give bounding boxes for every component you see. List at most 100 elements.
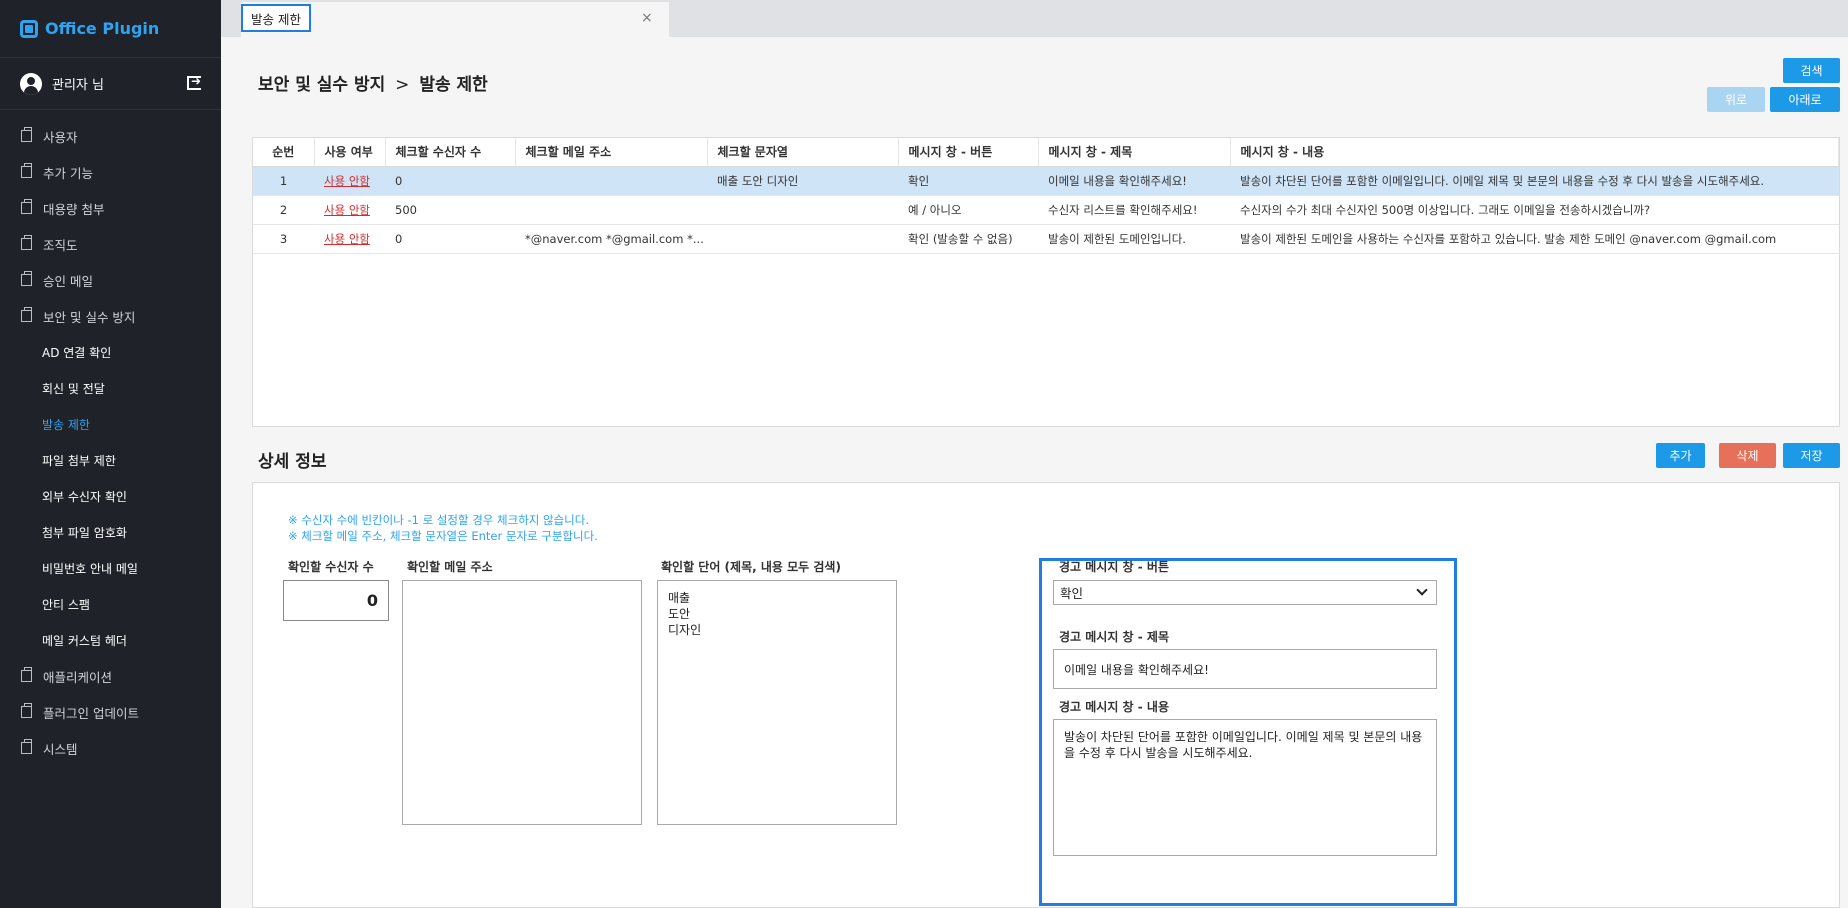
sidebar-item-label: 안티 스팸: [42, 597, 90, 612]
sidebar-item-label: 회신 및 전달: [42, 381, 105, 396]
document-icon: [21, 667, 32, 682]
table-cell: 발송이 차단된 단어를 포함한 이메일입니다. 이메일 제목 및 본문의 내용을…: [1230, 166, 1839, 196]
words-label: 확인할 단어 (제목, 내용 모두 검색): [661, 560, 841, 574]
sidebar-item[interactable]: 조직도: [0, 226, 221, 262]
sidebar-item[interactable]: 비밀번호 안내 메일: [0, 550, 221, 586]
sidebar-item[interactable]: 승인 메일: [0, 262, 221, 298]
emails-label: 확인할 메일 주소: [407, 560, 493, 574]
sidebar-item[interactable]: 애플리케이션: [0, 658, 221, 694]
table-cell: 발송이 제한된 도메인을 사용하는 수신자를 포함하고 있습니다. 발송 제한 …: [1230, 224, 1839, 254]
add-button[interactable]: 추가: [1656, 443, 1705, 468]
column-header[interactable]: 체크할 수신자 수: [385, 138, 516, 167]
user-name: 관리자 님: [52, 78, 104, 93]
document-icon: [21, 307, 32, 322]
sidebar-item[interactable]: AD 연결 확인: [0, 334, 221, 370]
tab-close-icon[interactable]: ×: [641, 10, 653, 26]
brand[interactable]: Office Plugin: [0, 0, 221, 58]
sidebar-item[interactable]: 보안 및 실수 방지: [0, 298, 221, 334]
table-row[interactable]: 2 사용 안함 500 예 / 아니오 수신자 리스트를 확인해주세요! 수신자의 수가 …: [253, 195, 1839, 225]
table-row[interactable]: 3 사용 안함 0 *@naver.com *@gmail.com *... 확인 (발…: [253, 224, 1839, 254]
search-button[interactable]: 검색: [1783, 58, 1840, 83]
sidebar-item[interactable]: 안티 스팸: [0, 586, 221, 622]
table-cell: 500: [385, 195, 515, 225]
usage-toggle-link[interactable]: 사용 안함: [324, 203, 370, 217]
column-header[interactable]: 메시지 창 - 제목: [1038, 138, 1231, 167]
column-header[interactable]: 메시지 창 - 내용: [1230, 138, 1839, 167]
sidebar-item-label: 외부 수신자 확인: [42, 489, 127, 504]
button-label: 경고 메시지 창 - 버튼: [1059, 560, 1170, 574]
table-cell: 사용 안함: [314, 224, 385, 254]
sidebar-item-label: 첨부 파일 암호화: [42, 525, 127, 540]
sidebar-item-label: 조직도: [43, 237, 78, 253]
document-icon: [21, 703, 32, 718]
sidebar-item[interactable]: 플러그인 업데이트: [0, 694, 221, 730]
sidebar-item[interactable]: 추가 기능: [0, 154, 221, 190]
table-cell: 수신자의 수가 최대 수신자인 500명 이상입니다. 그래도 이메일을 전송하…: [1230, 195, 1839, 225]
usage-toggle-link[interactable]: 사용 안함: [324, 232, 370, 246]
subject-label: 경고 메시지 창 - 제목: [1059, 630, 1170, 644]
table-cell: 확인: [898, 166, 1038, 196]
sidebar-menu: 사용자추가 기능 대용량 첨부조직도승인 메일보안 및 실수 방지 AD 연결 확인…: [0, 110, 221, 766]
breadcrumb-parent[interactable]: 보안 및 실수 방지: [258, 75, 385, 95]
emails-textarea[interactable]: [402, 580, 642, 825]
button-select-value: 확인: [1060, 586, 1084, 601]
sidebar-item-label: 플러그인 업데이트: [43, 705, 139, 721]
column-header[interactable]: 사용 여부: [314, 138, 386, 167]
content-textarea[interactable]: 발송이 차단된 단어를 포함한 이메일입니다. 이메일 제목 및 본문의 내용을…: [1053, 719, 1437, 856]
table-cell: [515, 166, 707, 196]
table-cell: 예 / 아니오: [898, 195, 1038, 225]
column-header[interactable]: 체크할 문자열: [707, 138, 899, 167]
move-up-button[interactable]: 위로: [1707, 87, 1765, 112]
sidebar-item-label: 사용자: [43, 129, 78, 145]
save-button[interactable]: 저장: [1783, 443, 1840, 468]
sidebar-item[interactable]: 시스템: [0, 730, 221, 766]
document-icon: [21, 127, 32, 142]
breadcrumb-current: 발송 제한: [419, 75, 488, 95]
table-cell: 2: [253, 195, 314, 225]
brand-title: Office Plugin: [45, 19, 160, 38]
column-header[interactable]: 순번: [253, 138, 315, 167]
sidebar-item[interactable]: 외부 수신자 확인: [0, 478, 221, 514]
breadcrumb-separator: >: [395, 75, 410, 95]
column-header[interactable]: 체크할 메일 주소: [515, 138, 708, 167]
sidebar-item[interactable]: 사용자: [0, 118, 221, 154]
sidebar-item-label: 승인 메일: [43, 273, 93, 289]
sidebar-item[interactable]: 대용량 첨부: [0, 190, 221, 226]
tab-label[interactable]: 발송 제한: [241, 4, 311, 32]
table-row[interactable]: 1 사용 안함 0 매출 도안 디자인 확인 이메일 내용을 확인해주세요! 발송이 차단된…: [253, 166, 1839, 196]
subject-input[interactable]: 이메일 내용을 확인해주세요!: [1053, 649, 1437, 689]
table-cell: 1: [253, 166, 314, 196]
sidebar-item[interactable]: 발송 제한: [0, 406, 221, 442]
user-avatar-icon: [20, 72, 42, 95]
office-plugin-logo-icon: [20, 19, 38, 38]
usage-toggle-link[interactable]: 사용 안함: [324, 174, 370, 188]
document-icon: [21, 199, 32, 214]
detail-panel: ※ 수신자 수에 빈칸이나 -1 로 설정할 경우 체크하지 않습니다. ※ 체…: [252, 482, 1840, 908]
delete-button[interactable]: 삭제: [1719, 443, 1776, 468]
chevron-down-icon: [1416, 584, 1428, 596]
table-header-row: 순번 사용 여부 체크할 수신자 수 체크할 메일 주소 체크할 문자열 메시지 창 - …: [253, 138, 1839, 167]
sidebar: Office Plugin 관리자 님 사용자추가 기능대용량 첨부조직도승인 …: [0, 0, 221, 908]
sidebar-item-label: 비밀번호 안내 메일: [42, 561, 138, 576]
document-icon: [21, 739, 32, 754]
note-recipients: ※ 수신자 수에 빈칸이나 -1 로 설정할 경우 체크하지 않습니다.: [288, 513, 589, 527]
detail-section-title: 상세 정보: [258, 452, 327, 472]
sidebar-item[interactable]: 첨부 파일 암호화: [0, 514, 221, 550]
sidebar-item[interactable]: 회신 및 전달: [0, 370, 221, 406]
sidebar-item-label: 메일 커스텀 헤더: [42, 633, 127, 648]
table-cell: 3: [253, 224, 314, 254]
document-icon: [21, 235, 32, 250]
words-textarea[interactable]: 매출 도안 디자인: [657, 580, 897, 825]
recipients-input[interactable]: 0: [283, 580, 389, 621]
sidebar-item-label: AD 연결 확인: [42, 345, 112, 360]
table-cell: 확인 (발송할 수 없음): [898, 224, 1038, 254]
content-label: 경고 메시지 창 - 내용: [1059, 700, 1170, 714]
logout-icon[interactable]: [187, 74, 201, 90]
column-header[interactable]: 메시지 창 - 버튼: [898, 138, 1039, 167]
move-down-button[interactable]: 아래로: [1770, 87, 1840, 112]
table-cell: 사용 안함: [314, 166, 385, 196]
button-select[interactable]: 확인: [1053, 580, 1437, 605]
sidebar-item[interactable]: 메일 커스텀 헤더: [0, 622, 221, 658]
sidebar-item[interactable]: 파일 첨부 제한: [0, 442, 221, 478]
table-cell: *@naver.com *@gmail.com *...: [515, 224, 707, 254]
